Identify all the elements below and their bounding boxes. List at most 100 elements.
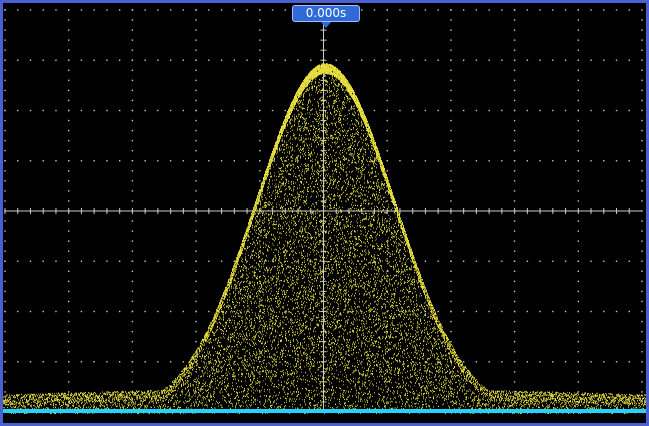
- graticule-dot: [373, 9, 376, 11]
- graticule-dot: [131, 79, 134, 82]
- trace-sample: [197, 354, 198, 356]
- graticule-dot: [641, 69, 643, 71]
- graticule-dot: [68, 9, 70, 11]
- trace-sample: [250, 318, 251, 320]
- trace-sample: [100, 401, 101, 404]
- trace-sample: [184, 373, 185, 375]
- trace-sample: [183, 382, 184, 384]
- trace-sample: [10, 396, 11, 398]
- trace-sample: [188, 384, 189, 386]
- graticule-dot: [615, 59, 618, 61]
- trace-sample: [61, 404, 62, 406]
- graticule-dot: [68, 340, 70, 343]
- trace-sample: [200, 395, 201, 397]
- trace-sample: [202, 354, 203, 356]
- graticule-dot: [513, 9, 516, 11]
- trace-sample: [252, 293, 253, 295]
- trace-sample: [84, 397, 85, 400]
- graticule-dot: [475, 160, 478, 162]
- trace-sample: [156, 401, 157, 403]
- trace-sample: [227, 345, 228, 347]
- graticule-dot: [526, 260, 529, 262]
- trace-sample: [65, 395, 66, 397]
- trace-sample: [49, 397, 50, 399]
- graticule-dot: [246, 109, 248, 112]
- graticule-dot: [450, 310, 452, 313]
- graticule-dot: [68, 230, 70, 232]
- trace-sample: [64, 395, 65, 397]
- graticule-dot: [513, 150, 516, 152]
- trace-sample: [23, 396, 24, 398]
- trace-sample: [218, 337, 219, 339]
- trace-sample: [140, 394, 141, 396]
- trace-sample: [235, 280, 236, 282]
- graticule-dot: [615, 361, 618, 363]
- trace-sample: [218, 313, 219, 315]
- trace-sample: [254, 318, 255, 320]
- trace-sample: [236, 266, 237, 268]
- graticule-dot: [564, 260, 567, 262]
- trace-sample: [108, 397, 109, 399]
- trace-sample: [112, 404, 113, 406]
- trace-sample: [165, 399, 166, 401]
- trace-sample: [249, 352, 250, 354]
- trace-sample: [179, 407, 180, 409]
- trace-sample: [208, 327, 209, 330]
- trace-sample: [60, 395, 61, 397]
- trace-sample: [209, 376, 210, 378]
- trace-sample: [163, 397, 164, 399]
- trace-sample: [25, 397, 26, 399]
- trace-sample: [24, 398, 25, 400]
- trace-sample: [251, 372, 252, 374]
- trace-sample: [210, 360, 211, 362]
- trace-sample: [247, 226, 248, 228]
- graticule-dot: [195, 240, 197, 242]
- trace-sample: [206, 401, 207, 403]
- graticule-dot: [577, 9, 579, 11]
- trace-sample: [24, 396, 25, 398]
- trace-sample: [81, 392, 82, 394]
- trace-sample: [199, 355, 200, 357]
- graticule-dot: [590, 361, 592, 363]
- trace-sample: [201, 386, 202, 388]
- trace-sample: [181, 373, 182, 375]
- graticule-dot: [386, 29, 388, 31]
- trace-sample: [32, 407, 33, 409]
- trace-sample: [6, 400, 7, 402]
- trace-sample: [205, 371, 206, 373]
- trace-sample: [210, 354, 211, 356]
- trace-sample: [241, 342, 242, 344]
- trace-sample: [36, 398, 37, 401]
- graticule-dot: [4, 381, 6, 383]
- trace-sample: [25, 393, 26, 396]
- trace-sample: [217, 313, 218, 315]
- trace-sample: [63, 400, 64, 402]
- trace-sample: [133, 401, 134, 403]
- trace-sample: [68, 399, 69, 401]
- trace-sample: [62, 405, 63, 407]
- trace-sample: [103, 393, 104, 395]
- trace-sample: [211, 379, 212, 382]
- trace-sample: [183, 369, 184, 371]
- trace-sample: [200, 390, 201, 392]
- trace-sample: [173, 385, 174, 387]
- graticule-dot: [55, 361, 57, 363]
- graticule-dot: [539, 160, 541, 162]
- trace-sample: [238, 271, 239, 273]
- trace-sample: [250, 291, 251, 293]
- trace-sample: [217, 371, 218, 373]
- trace-sample: [5, 399, 6, 401]
- trace-sample: [224, 290, 225, 292]
- trace-sample: [80, 398, 81, 400]
- trace-sample: [147, 392, 148, 394]
- trace-sample: [203, 361, 204, 363]
- trace-sample: [37, 404, 38, 406]
- trace-sample: [144, 406, 145, 408]
- trace-sample: [4, 400, 5, 402]
- trace-sample: [132, 390, 133, 392]
- trace-sample: [19, 394, 20, 396]
- waveform-display[interactable]: 0.000s: [3, 3, 646, 423]
- trace-sample: [195, 395, 196, 397]
- trace-sample: [183, 401, 184, 403]
- trace-sample: [216, 315, 217, 317]
